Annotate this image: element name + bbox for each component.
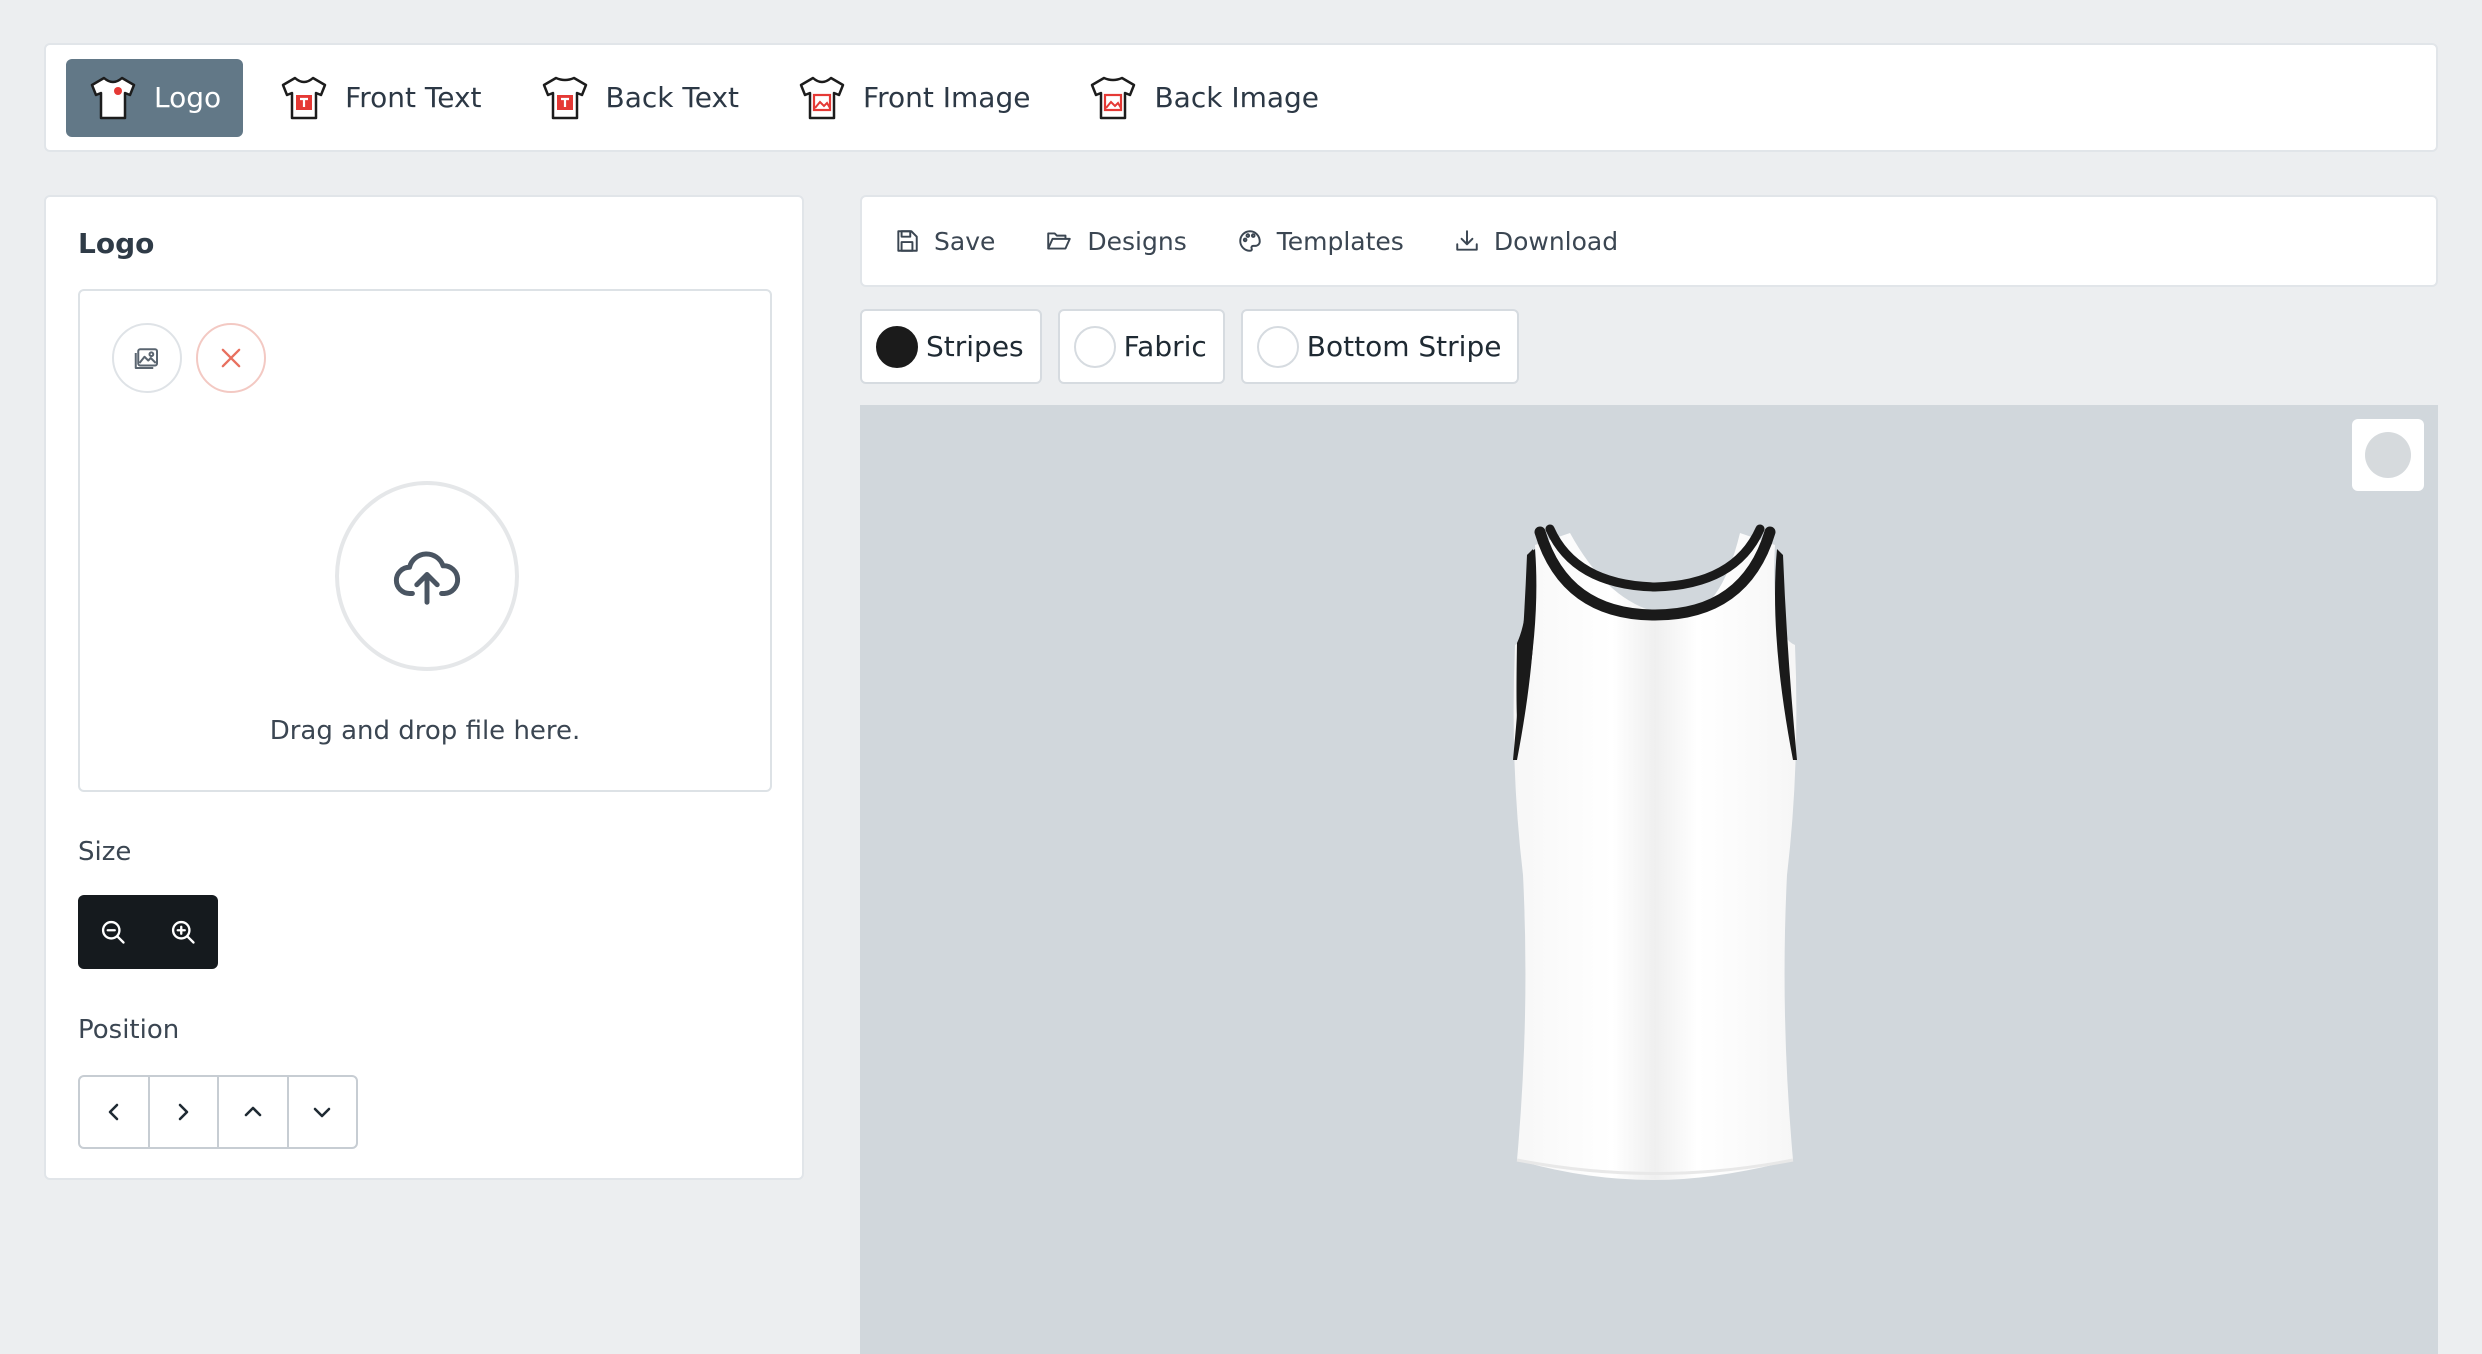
chip-label: Fabric	[1123, 330, 1207, 363]
move-left-button[interactable]	[80, 1077, 150, 1147]
tshirt-image-icon	[799, 76, 845, 119]
color-swatch	[876, 325, 918, 368]
tab-label: Front Image	[863, 81, 1031, 114]
tab-back-image[interactable]: Back Image	[1066, 59, 1341, 137]
design-tabs: Logo Front Text Back Text Front Image Ba…	[44, 43, 2438, 152]
chip-label: Stripes	[926, 330, 1024, 363]
tank-top-preview	[1513, 524, 1797, 1180]
move-down-button[interactable]	[289, 1077, 357, 1147]
preview-canvas[interactable]	[860, 405, 2438, 1354]
tab-front-image[interactable]: Front Image	[775, 59, 1052, 137]
download-icon	[1456, 230, 1478, 251]
position-label: Position	[78, 1015, 180, 1045]
part-color-selector: Stripes Fabric Bottom Stripe	[860, 309, 1535, 384]
templates-button[interactable]: Templates	[1237, 227, 1404, 256]
chevron-right-icon	[178, 1103, 189, 1121]
size-label: Size	[78, 837, 132, 867]
image-icon	[134, 348, 158, 369]
tab-label: Back Image	[1154, 81, 1320, 114]
designs-button[interactable]: Designs	[1045, 226, 1187, 256]
tshirt-text-icon	[281, 76, 327, 119]
remove-file-button[interactable]	[196, 323, 266, 393]
color-swatch	[1073, 325, 1116, 368]
tab-front-text[interactable]: Front Text	[257, 59, 503, 137]
tshirt-image-icon	[1091, 76, 1136, 119]
close-icon	[221, 348, 241, 368]
tab-label: Front Text	[345, 81, 482, 114]
zoom-in-icon	[171, 920, 195, 944]
tab-logo[interactable]: Logo	[66, 58, 244, 137]
zoom-in-button[interactable]	[148, 895, 218, 969]
logo-panel: Logo Drag and drop file here. Size Posit…	[44, 195, 804, 1180]
tshirt-logo-icon	[90, 76, 136, 119]
folder-open-icon	[1047, 232, 1072, 250]
save-icon	[897, 230, 918, 252]
panel-title: Logo	[78, 227, 155, 260]
tab-label: Logo	[154, 81, 222, 114]
background-color-button[interactable]	[2352, 419, 2424, 491]
dropzone-hint: Drag and drop file here.	[269, 716, 581, 746]
chip-fabric[interactable]: Fabric	[1057, 309, 1225, 384]
chip-label: Bottom Stripe	[1306, 330, 1502, 363]
palette-icon	[1239, 230, 1261, 252]
color-swatch	[1256, 325, 1299, 368]
chevron-down-icon	[313, 1107, 331, 1118]
tab-back-text[interactable]: Back Text	[518, 59, 762, 137]
save-button[interactable]: Save	[894, 227, 995, 256]
designs-label: Designs	[1087, 226, 1187, 256]
size-controls	[78, 895, 218, 969]
move-right-button[interactable]	[150, 1077, 219, 1147]
chip-bottom-stripe[interactable]: Bottom Stripe	[1240, 309, 1520, 384]
file-dropzone[interactable]: Drag and drop file here.	[78, 289, 772, 792]
cloud-upload-icon	[393, 551, 461, 605]
save-label: Save	[934, 226, 996, 256]
tab-label: Back Text	[605, 81, 740, 114]
chip-stripes[interactable]: Stripes	[860, 309, 1042, 384]
actions-toolbar: Save Designs Templates Download	[860, 195, 2438, 287]
templates-label: Templates	[1276, 226, 1404, 256]
tshirt-text-icon	[542, 76, 587, 119]
choose-image-button[interactable]	[112, 323, 182, 393]
color-dot-icon	[2365, 432, 2411, 478]
download-label: Download	[1493, 226, 1619, 256]
download-button[interactable]: Download	[1454, 227, 1618, 256]
position-controls	[78, 1075, 358, 1149]
chevron-up-icon	[244, 1106, 262, 1117]
chevron-left-icon	[108, 1103, 119, 1121]
zoom-out-button[interactable]	[78, 895, 148, 969]
move-up-button[interactable]	[219, 1077, 289, 1147]
upload-area[interactable]	[335, 481, 519, 671]
zoom-out-icon	[101, 920, 125, 944]
